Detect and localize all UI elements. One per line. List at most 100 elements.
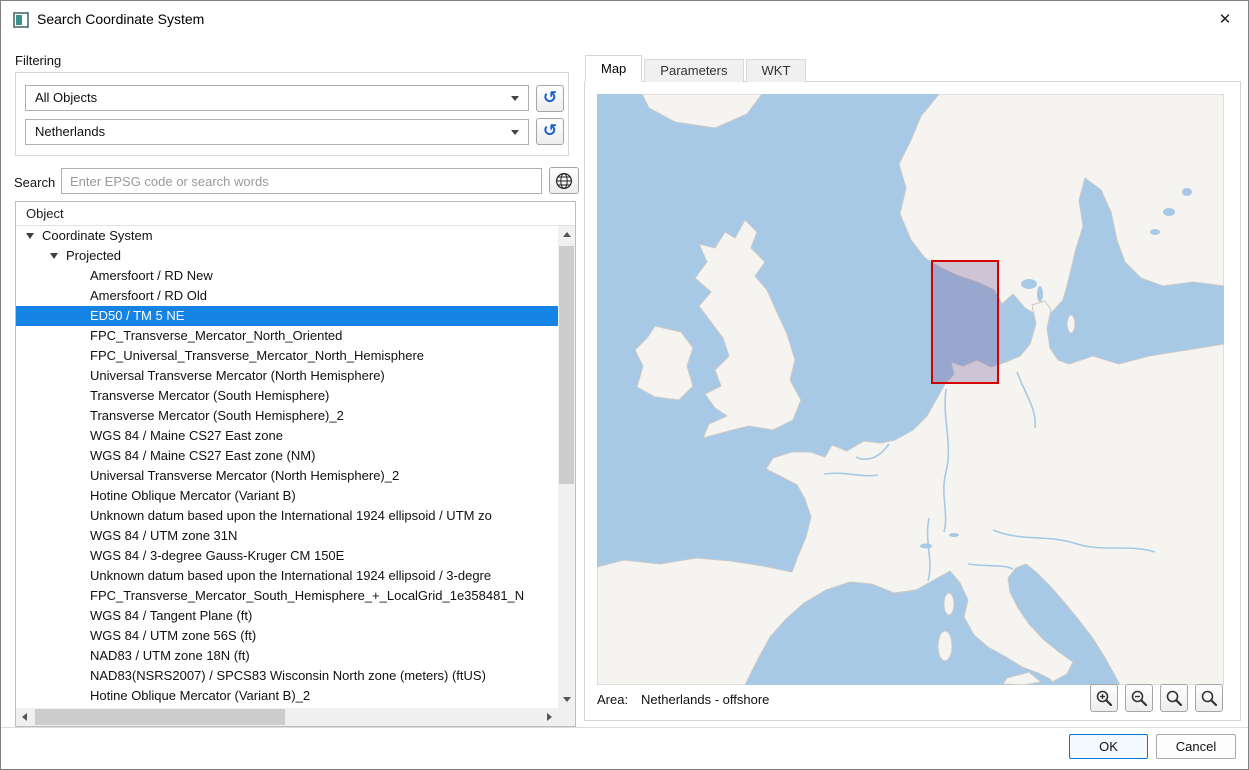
close-button[interactable]: ✕ xyxy=(1202,1,1248,39)
tree-item-label: WGS 84 / Maine CS27 East zone xyxy=(90,428,283,443)
tree-item-label: FPC_Universal_Transverse_Mercator_North_… xyxy=(90,348,424,363)
area-label: Area: xyxy=(597,692,628,707)
tree-item[interactable]: ED50 / TM 5 NE xyxy=(16,306,558,326)
tree-item[interactable]: Projected xyxy=(16,246,558,266)
tree-item-label: ED50 / TM 5 NE xyxy=(90,308,184,323)
region-filter-dropdown[interactable]: Netherlands xyxy=(25,119,529,145)
tree-item[interactable]: Transverse Mercator (South Hemisphere) xyxy=(16,386,558,406)
tree-item[interactable]: FPC_Transverse_Mercator_North_Oriented xyxy=(16,326,558,346)
tree-item[interactable]: Coordinate System xyxy=(16,226,558,246)
tree-item-label: Coordinate System xyxy=(42,228,153,243)
zoom-extent-button[interactable] xyxy=(1160,684,1188,712)
expander-down-icon[interactable] xyxy=(26,233,34,239)
search-input[interactable] xyxy=(61,168,542,194)
tree-item-label: FPC_Transverse_Mercator_North_Oriented xyxy=(90,328,342,343)
magnifier-minus-icon xyxy=(1130,689,1148,707)
tree-rows: Coordinate System Projected Amersfoort / R… xyxy=(16,226,558,708)
tree-item[interactable]: WGS 84 / UTM zone 56S (ft) xyxy=(16,626,558,646)
scroll-left-button[interactable] xyxy=(16,708,33,726)
tab-wkt[interactable]: WKT xyxy=(746,59,807,82)
tree-item[interactable]: Unknown datum based upon the Internation… xyxy=(16,566,558,586)
window-title: Search Coordinate System xyxy=(37,11,204,27)
scroll-right-button[interactable] xyxy=(541,708,558,726)
tree-column-header[interactable]: Object xyxy=(16,202,575,226)
scroll-down-button[interactable] xyxy=(558,691,575,708)
tree-item[interactable]: Amersfoort / RD New xyxy=(16,266,558,286)
tree-item[interactable]: WGS 84 / Maine CS27 East zone (NM) xyxy=(16,446,558,466)
tree-item[interactable]: Transverse Mercator (South Hemisphere)_2 xyxy=(16,406,558,426)
tree-item-label: Amersfoort / RD Old xyxy=(90,288,207,303)
zoom-in-button[interactable] xyxy=(1090,684,1118,712)
land-gotland xyxy=(1067,315,1075,333)
ok-button[interactable]: OK xyxy=(1069,734,1148,759)
tree-item[interactable]: Universal Transverse Mercator (North Hem… xyxy=(16,366,558,386)
tree-item[interactable]: Universal Transverse Mercator (North Hem… xyxy=(16,466,558,486)
tree-item-label: WGS 84 / Maine CS27 East zone (NM) xyxy=(90,448,315,463)
expander-down-icon[interactable] xyxy=(50,253,58,259)
zoom-out-button[interactable] xyxy=(1125,684,1153,712)
area-value: Netherlands - offshore xyxy=(641,692,769,707)
globe-icon xyxy=(555,172,573,190)
tree-item[interactable]: WGS 84 / Tangent Plane (ft) xyxy=(16,606,558,626)
undo-icon: ↺ xyxy=(543,90,557,107)
magnifier-icon xyxy=(1200,689,1218,707)
region-filter-value: Netherlands xyxy=(35,124,105,139)
tab-map[interactable]: Map xyxy=(585,55,642,82)
tree-item-label: Amersfoort / RD New xyxy=(90,268,213,283)
scrollbar-corner xyxy=(558,708,575,726)
tree-item[interactable]: Amersfoort / RD Old xyxy=(16,286,558,306)
tree-item[interactable]: FPC_Universal_Transverse_Mercator_North_… xyxy=(16,346,558,366)
tree-item[interactable]: WGS 84 / UTM zone 31N xyxy=(16,526,558,546)
reset-region-filter-button[interactable]: ↺ xyxy=(536,118,564,145)
tree-item-label: NAD83 / UTM zone 18N (ft) xyxy=(90,648,250,663)
vertical-scrollbar-thumb[interactable] xyxy=(559,246,574,484)
tree-item[interactable]: Unknown datum based upon the Internation… xyxy=(16,506,558,526)
tree-item[interactable]: WGS 84 / 3-degree Gauss-Kruger CM 150E xyxy=(16,546,558,566)
tree-item-label: Universal Transverse Mercator (North Hem… xyxy=(90,468,399,483)
map-panel: Area: Netherlands - offshore xyxy=(584,81,1241,721)
tree-item[interactable]: FPC_Transverse_Mercator_South_Hemisphere… xyxy=(16,586,558,606)
tree-item-label: Transverse Mercator (South Hemisphere) xyxy=(90,388,329,403)
tree-item[interactable]: NAD83(NSRS2007) / SPCS83 Wisconsin North… xyxy=(16,666,558,686)
tree-item-label: Projected xyxy=(66,248,121,263)
zoom-area-button[interactable] xyxy=(1195,684,1223,712)
magnifier-plus-icon xyxy=(1095,689,1113,707)
tree-item-label: FPC_Transverse_Mercator_South_Hemisphere… xyxy=(90,588,524,603)
land-sardinia xyxy=(938,631,952,661)
tree-item[interactable]: WGS 84 / Maine CS27 East zone xyxy=(16,426,558,446)
object-filter-dropdown[interactable]: All Objects xyxy=(25,85,529,111)
horizontal-scrollbar[interactable] xyxy=(16,708,558,726)
tree-item-label: Universal Transverse Mercator (North Hem… xyxy=(90,368,385,383)
tree-item-label: Unknown datum based upon the Internation… xyxy=(90,568,491,583)
globe-search-button[interactable] xyxy=(549,167,579,194)
tree-item-label: Transverse Mercator (South Hemisphere)_2 xyxy=(90,408,344,423)
horizontal-scrollbar-thumb[interactable] xyxy=(35,709,285,725)
reset-object-filter-button[interactable]: ↺ xyxy=(536,85,564,112)
tree-item-label: WGS 84 / Tangent Plane (ft) xyxy=(90,608,252,623)
scroll-up-button[interactable] xyxy=(558,226,575,243)
tree-item-label: Hotine Oblique Mercator (Variant B) xyxy=(90,488,296,503)
tree-item[interactable]: Hotine Oblique Mercator (Variant B)_2 xyxy=(16,686,558,706)
footer-divider xyxy=(1,727,1248,728)
tree-item-label: WGS 84 / UTM zone 31N xyxy=(90,528,237,543)
search-label: Search xyxy=(14,175,55,190)
vertical-scrollbar[interactable] xyxy=(558,226,575,708)
title-bar: Search Coordinate System ✕ xyxy=(1,1,1248,39)
tab-parameters[interactable]: Parameters xyxy=(644,59,743,82)
tree-item-label: Unknown datum based upon the Internation… xyxy=(90,508,492,523)
tree-item[interactable]: Hotine Oblique Mercator (Variant B) xyxy=(16,486,558,506)
cancel-button[interactable]: Cancel xyxy=(1156,734,1236,759)
filtering-label: Filtering xyxy=(15,53,61,68)
tree-item[interactable]: NAD83 / UTM zone 18N (ft) xyxy=(16,646,558,666)
object-filter-value: All Objects xyxy=(35,90,97,105)
selected-crs-extent xyxy=(932,261,998,383)
coordinate-system-tree: Object Coordinate System Projected Amersfo… xyxy=(15,201,576,727)
tree-item-label: NAD83(NSRS2007) / SPCS83 Wisconsin North… xyxy=(90,668,486,683)
europe-map[interactable] xyxy=(597,94,1224,685)
chevron-down-icon xyxy=(511,96,519,101)
magnifier-icon xyxy=(1165,689,1183,707)
tree-item-label: WGS 84 / UTM zone 56S (ft) xyxy=(90,628,256,643)
undo-icon: ↺ xyxy=(543,123,557,140)
app-icon xyxy=(13,12,29,28)
land-corsica xyxy=(944,593,954,615)
